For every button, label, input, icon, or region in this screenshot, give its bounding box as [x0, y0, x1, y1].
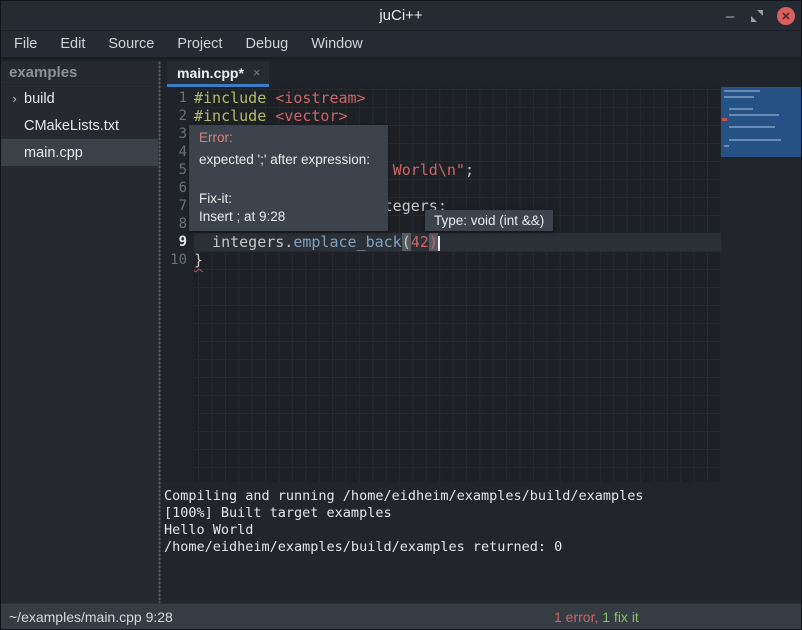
line-number: 9	[161, 233, 194, 251]
diagnostic-tooltip: Error: expected ';' after expression: Fi…	[189, 125, 388, 231]
minimap-code-line	[729, 126, 775, 128]
tab-label: main.cpp*	[177, 65, 244, 81]
minimap-code-line	[724, 96, 754, 98]
code-line-9[interactable]: 9 integers.emplace_back(42)	[161, 233, 721, 251]
code-editor[interactable]: 1#include <iostream>2#include <vector>34…	[161, 87, 802, 482]
tab-main-cpp[interactable]: main.cpp* ×	[167, 61, 269, 87]
statusbar: ~/examples/main.cpp 9:28 1 error, 1 fix …	[1, 603, 801, 630]
tab-close-icon[interactable]: ×	[253, 65, 261, 80]
line-content: #include <iostream>	[194, 89, 721, 107]
menu-source[interactable]: Source	[102, 34, 160, 54]
juci-window: juCi++ – ✕ File Edit Source Project Debug Win…	[0, 0, 802, 630]
minimap-code-line	[724, 90, 760, 92]
code-token: <vector>	[275, 107, 347, 125]
tabbar: main.cpp* ×	[161, 61, 802, 87]
diagnostic-error-message: expected ';' after expression:	[199, 152, 378, 167]
line-number: 1	[161, 89, 194, 107]
text-cursor	[438, 236, 440, 251]
status-error-count: 1 error,	[554, 609, 598, 625]
menu-window[interactable]: Window	[305, 34, 369, 54]
titlebar[interactable]: juCi++ – ✕	[1, 1, 801, 31]
terminal-output-line: Compiling and running /home/eidheim/exam…	[164, 488, 802, 505]
terminal-output-line: [100%] Built target examples	[164, 505, 802, 522]
diagnostic-fixit-message: Insert ; at 9:28	[199, 209, 378, 224]
code-token: #include	[194, 89, 275, 107]
tree-item-label: main.cpp	[24, 145, 83, 161]
minimap-column	[721, 87, 802, 482]
code-token: )	[429, 233, 438, 251]
line-content: integers.emplace_back(42)	[194, 233, 721, 251]
code-line-10[interactable]: 10}	[161, 251, 721, 269]
code-token: emplace_back	[293, 233, 401, 251]
menu-debug[interactable]: Debug	[239, 34, 294, 54]
maximize-icon[interactable]	[751, 10, 763, 22]
minimap-code-line	[729, 114, 779, 116]
minimap-slider[interactable]	[721, 87, 801, 157]
menu-project[interactable]: Project	[171, 34, 228, 54]
code-token: integers.	[194, 233, 293, 251]
window-controls: – ✕	[723, 1, 795, 31]
minimap-error-marker	[722, 118, 727, 121]
code-token: ;	[465, 161, 474, 179]
minimap-code-line	[729, 139, 781, 141]
line-number: 2	[161, 107, 194, 125]
code-token: #include	[194, 107, 275, 125]
status-fixit-count: 1 fix it	[602, 609, 639, 625]
line-content: }	[194, 251, 721, 269]
minimap-code-line	[724, 145, 729, 147]
window-title: juCi++	[1, 7, 801, 24]
project-name-header: examples	[1, 61, 158, 85]
tree-item-cmakelists-txt[interactable]: CMakeLists.txt	[1, 112, 158, 139]
status-diagnostics: 1 error, 1 fix it	[554, 609, 639, 625]
tree-item-label: build	[24, 91, 55, 107]
code-token: (	[402, 233, 411, 251]
chevron-right-icon[interactable]: ›	[5, 91, 24, 106]
minimap-code-line	[729, 108, 753, 110]
terminal-output-line: /home/eidheim/examples/build/examples re…	[164, 539, 802, 556]
close-icon[interactable]: ✕	[777, 7, 795, 25]
status-file-location: ~/examples/main.cpp 9:28	[9, 609, 173, 625]
tree-item-build[interactable]: ›build	[1, 85, 158, 112]
menu-file[interactable]: File	[8, 34, 43, 54]
menu-edit[interactable]: Edit	[54, 34, 91, 54]
minimize-icon[interactable]: –	[723, 8, 737, 25]
tree-item-label: CMakeLists.txt	[24, 118, 119, 134]
diagnostic-error-title: Error:	[199, 130, 378, 145]
file-tree: ›build CMakeLists.txt main.cpp	[1, 85, 158, 166]
code-token: World\n"	[393, 161, 465, 179]
menubar: File Edit Source Project Debug Window	[1, 31, 801, 59]
type-tooltip: Type: void (int &&)	[425, 210, 553, 231]
tree-item-main-cpp[interactable]: main.cpp	[1, 139, 158, 166]
line-content: #include <vector>	[194, 107, 721, 125]
diagnostic-fixit-title: Fix-it:	[199, 191, 378, 206]
code-token: }	[194, 251, 203, 269]
code-token: 42	[411, 233, 429, 251]
code-token: <iostream>	[275, 89, 365, 107]
file-tree-panel: examples ›build CMakeLists.txt main.cpp	[1, 61, 158, 603]
line-number: 10	[161, 251, 194, 269]
terminal-output-line: Hello World	[164, 522, 802, 539]
code-line-1[interactable]: 1#include <iostream>	[161, 89, 721, 107]
build-output-terminal[interactable]: Compiling and running /home/eidheim/exam…	[161, 482, 802, 603]
code-line-2[interactable]: 2#include <vector>	[161, 107, 721, 125]
